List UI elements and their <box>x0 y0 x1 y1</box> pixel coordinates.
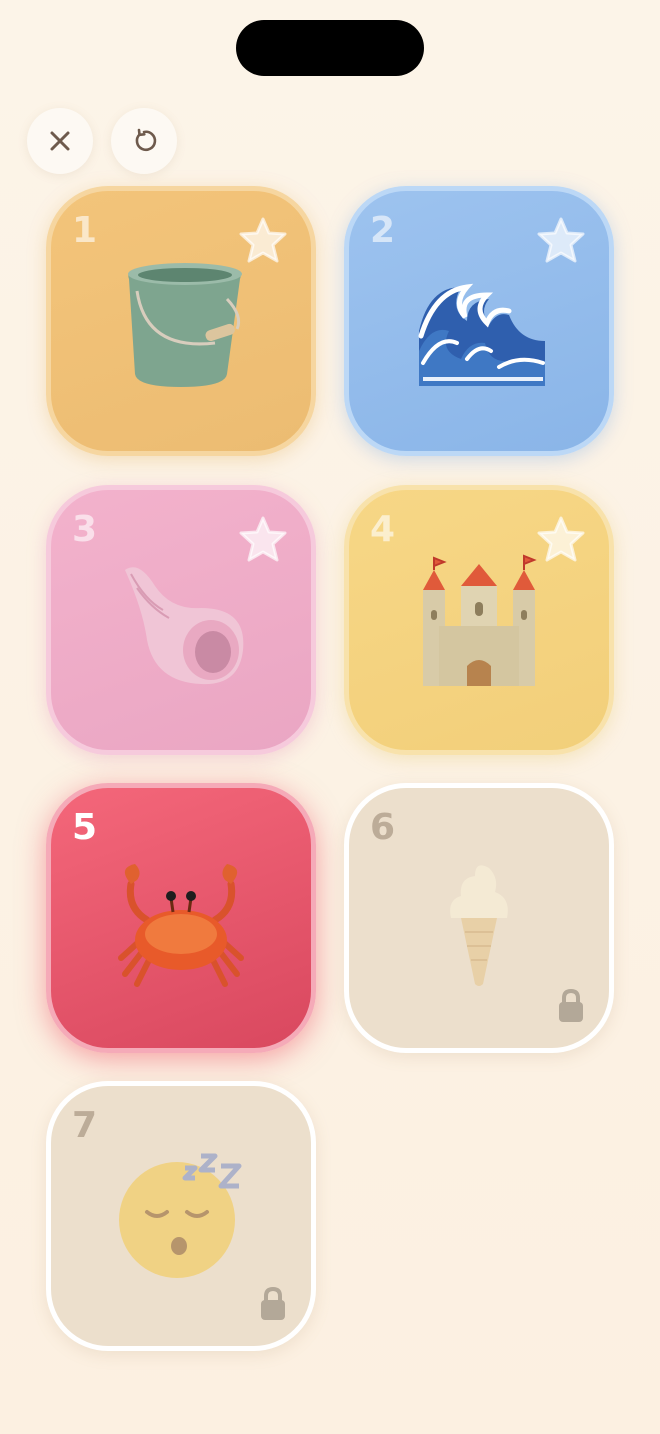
level-tile-4[interactable]: 4 <box>344 485 614 755</box>
level-tile-5[interactable]: 5 <box>46 783 316 1053</box>
close-button[interactable] <box>27 108 93 174</box>
wave-icon <box>418 283 545 386</box>
level-tile-3[interactable]: 3 <box>46 485 316 755</box>
close-icon <box>50 131 70 151</box>
restart-button[interactable] <box>111 108 177 174</box>
lock-icon <box>261 1286 285 1320</box>
restart-icon <box>135 128 157 152</box>
level-tile-1[interactable]: 1 <box>46 186 316 456</box>
bucket-icon <box>128 263 242 387</box>
level-tile-7[interactable]: 7 <box>46 1081 316 1351</box>
dynamic-island <box>236 20 424 76</box>
crab-icon <box>118 864 244 987</box>
level-tile-2[interactable]: 2 <box>344 186 614 456</box>
sand-castle-icon <box>423 554 537 686</box>
spiral-shell-icon <box>125 567 244 685</box>
level-tile-6[interactable]: 6 <box>344 783 614 1053</box>
lock-icon <box>559 988 583 1022</box>
